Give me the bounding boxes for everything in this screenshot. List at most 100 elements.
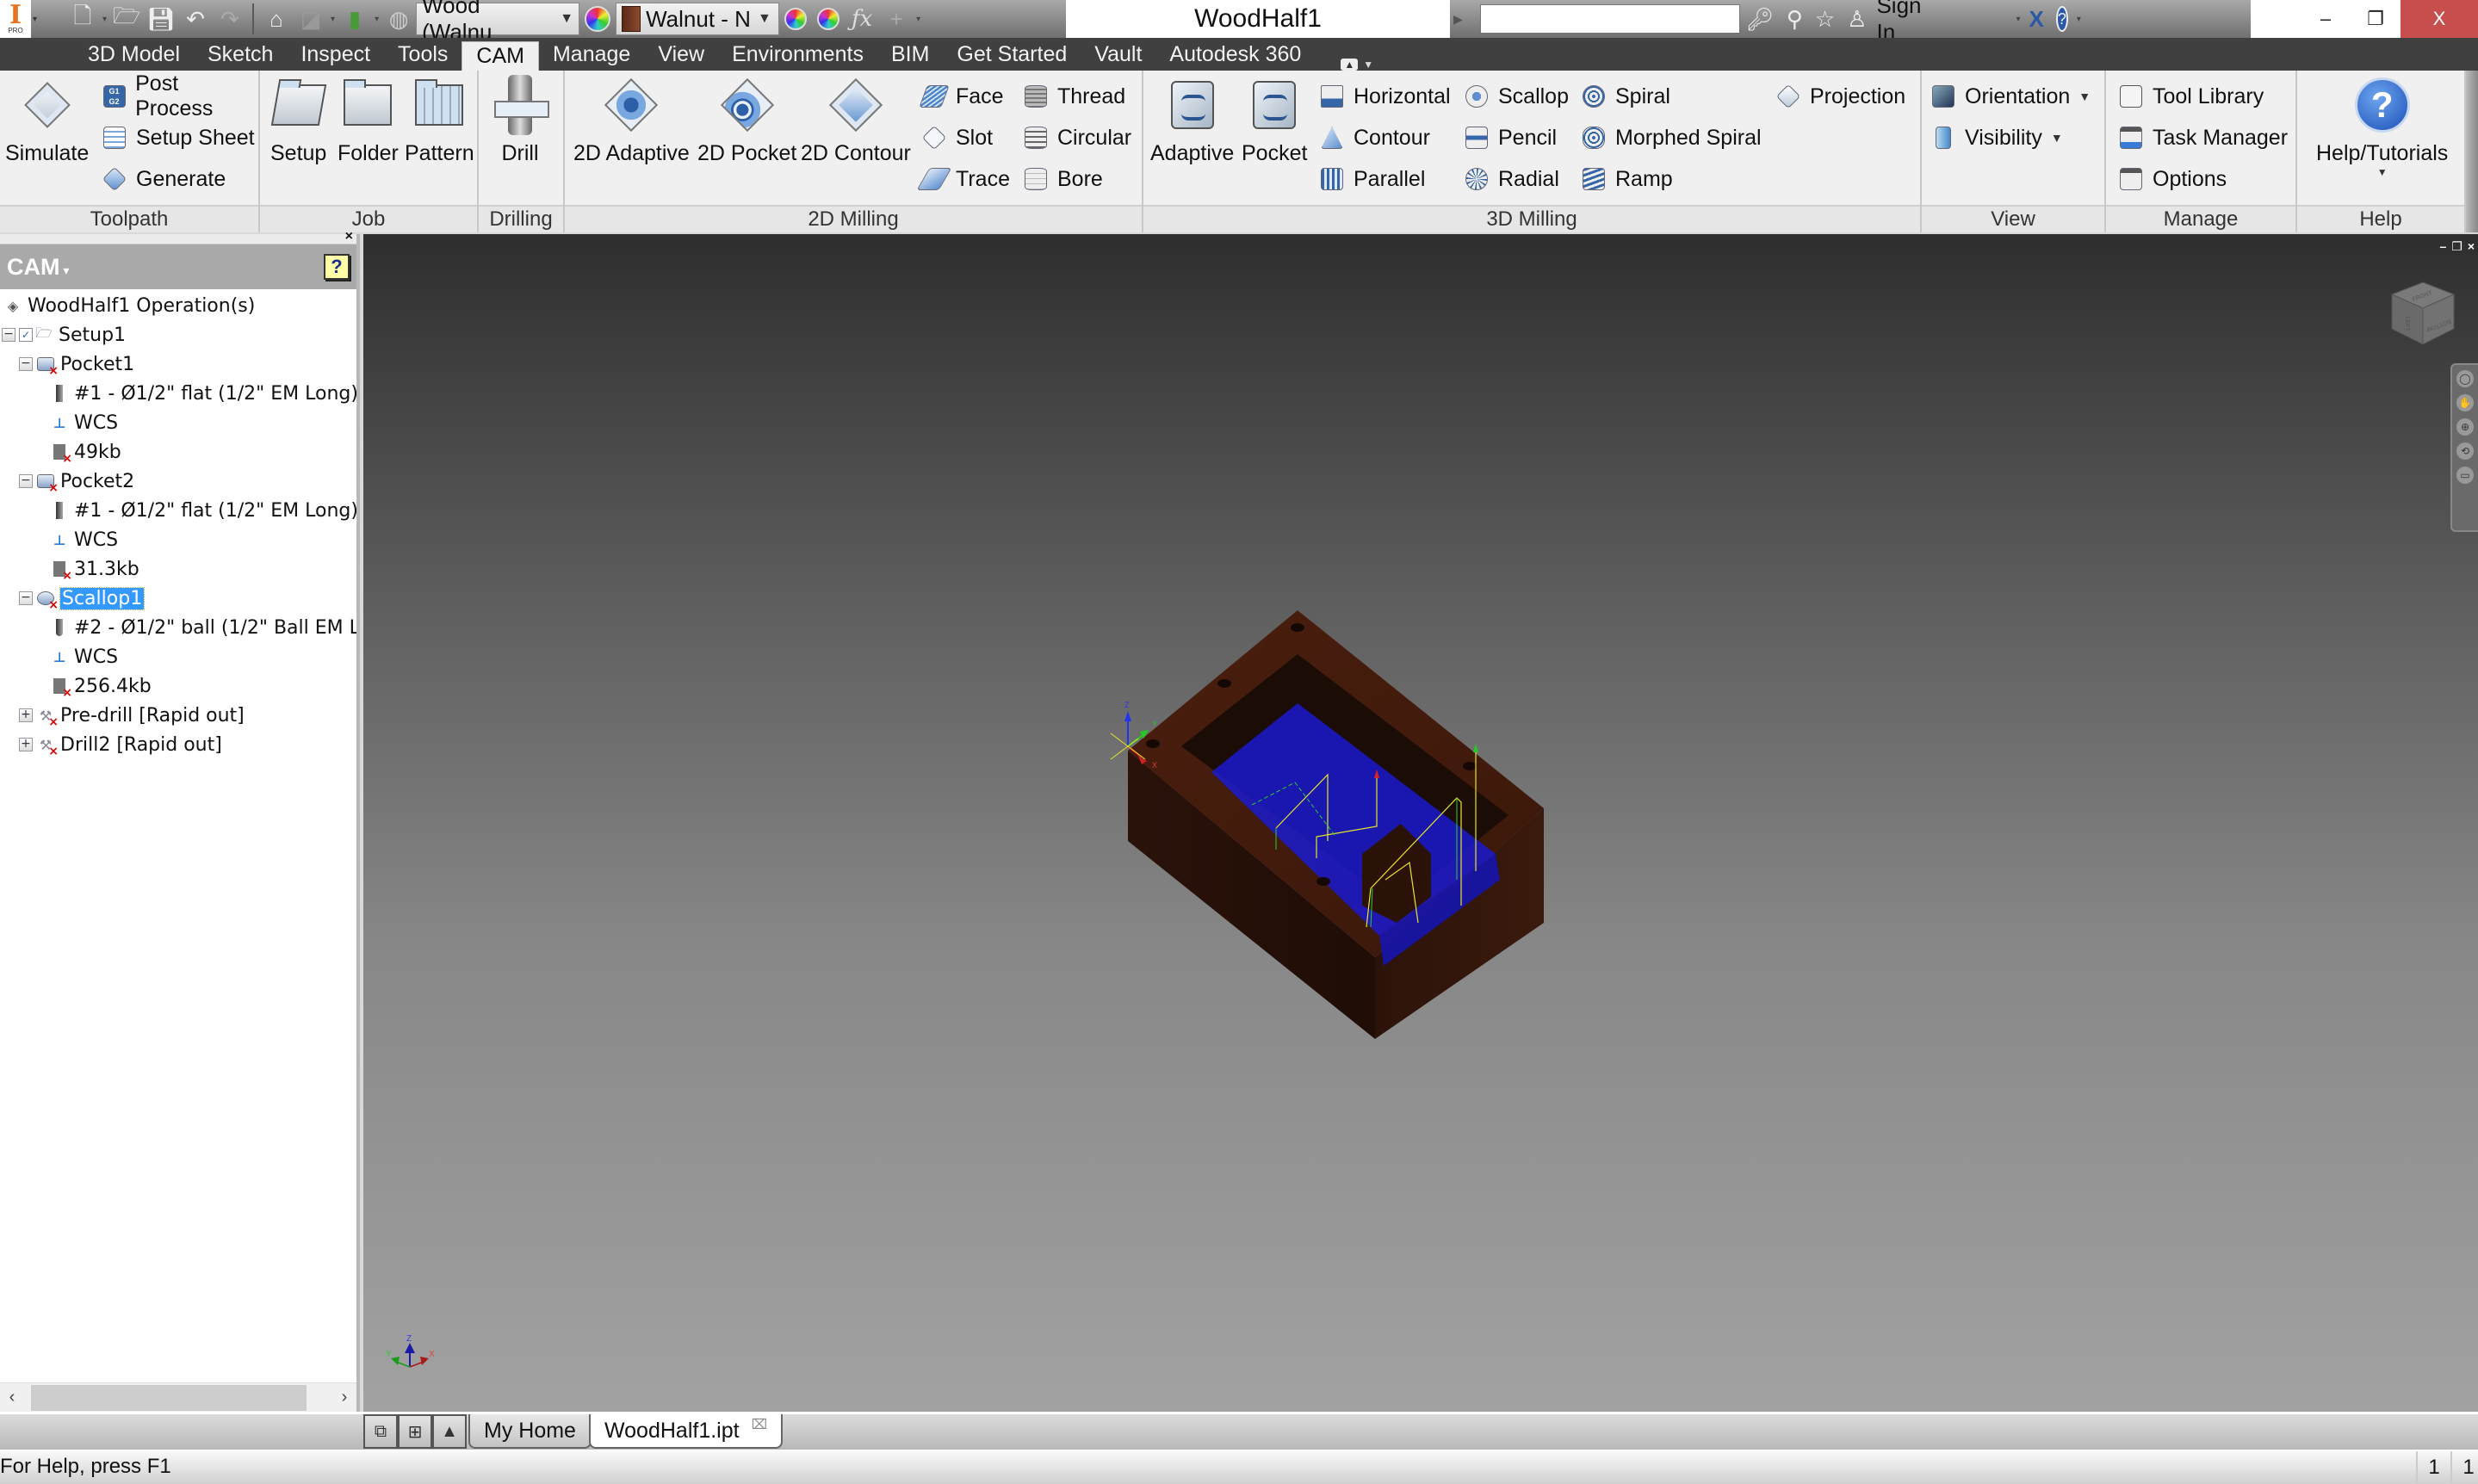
tree-item[interactable]: #1 - Ø1/2" flat (1/2" EM Long) — [0, 379, 356, 408]
home-icon[interactable]: ⌂ — [261, 3, 292, 34]
2d-adaptive-button[interactable]: 2D Adaptive — [573, 77, 690, 166]
radial-button[interactable]: Radial — [1464, 162, 1559, 196]
collapse-toggle[interactable]: − — [19, 591, 33, 605]
horizontal-button[interactable]: Horizontal — [1319, 79, 1451, 114]
viewcube[interactable]: FRONT LEFT BOTTOM — [2388, 279, 2457, 348]
thread-button[interactable]: Thread — [1023, 79, 1125, 114]
collapse-toggle[interactable]: − — [2, 328, 15, 342]
2d-pocket-button[interactable]: 2D Pocket — [697, 77, 796, 166]
tab-inspect[interactable]: Inspect — [287, 38, 384, 71]
favorites-star-icon[interactable]: ☆ — [1815, 6, 1835, 33]
tree-item[interactable]: × 49kb — [0, 437, 356, 467]
scroll-right-icon[interactable]: › — [332, 1388, 356, 1407]
bore-button[interactable]: Bore — [1023, 162, 1103, 196]
help-tutorials-button[interactable]: ? Help/Tutorials ▼ — [2316, 77, 2448, 178]
close-icon[interactable]: ⌧ — [752, 1416, 767, 1433]
minimize-button[interactable]: – — [2301, 0, 2351, 38]
checkbox-icon[interactable]: ✓ — [19, 328, 33, 342]
parallel-button[interactable]: Parallel — [1319, 162, 1425, 196]
save-icon[interactable]: 💾︎ — [146, 3, 177, 34]
restore-button[interactable]: ❐ — [2351, 0, 2401, 38]
pencil-button[interactable]: Pencil — [1464, 121, 1557, 155]
tab-sketch[interactable]: Sketch — [194, 38, 287, 71]
spiral-button[interactable]: Spiral — [1581, 79, 1670, 114]
trace-button[interactable]: Trace — [916, 162, 1010, 196]
generate-button[interactable]: Generate — [102, 162, 226, 196]
orbit-icon[interactable]: ⟲ — [2456, 442, 2474, 460]
tab-woodhalf1[interactable]: WoodHalf1.ipt ⌧ — [589, 1414, 784, 1449]
morphed-spiral-button[interactable]: Morphed Spiral — [1581, 121, 1762, 155]
scroll-left-icon[interactable]: ‹ — [0, 1388, 24, 1407]
scrollbar-thumb[interactable] — [31, 1384, 307, 1411]
satellite-icon[interactable]: ⚲ — [1787, 6, 1803, 33]
tile-windows-icon[interactable]: ⊞ — [398, 1414, 432, 1449]
contour-button[interactable]: Contour — [1319, 121, 1430, 155]
redo-icon[interactable]: ↷ — [214, 3, 245, 34]
material-combo[interactable]: Wood (Walnu ▼ — [416, 0, 580, 45]
graphics-viewport[interactable]: – ❐ × FRONT LEFT BOTTOM ◯ ✋ ⊕ ⟲ ▭ Z Y X … — [363, 234, 2478, 1412]
task-manager-button[interactable]: Task Manager — [2118, 121, 2288, 155]
part-model[interactable]: Z Y X — [1104, 596, 1775, 1078]
close-icon[interactable]: × — [2468, 239, 2475, 254]
minimize-icon[interactable]: – — [2439, 239, 2446, 254]
fx-parameters-icon[interactable]: ƒx — [846, 3, 877, 34]
tab-cam[interactable]: CAM — [462, 41, 539, 71]
expand-toggle[interactable]: + — [19, 708, 33, 722]
circular-button[interactable]: Circular — [1023, 121, 1131, 155]
tree-item[interactable]: − × Scallop1 — [0, 584, 356, 613]
tab-manage[interactable]: Manage — [539, 38, 644, 71]
update-icon[interactable]: ◪ — [295, 3, 326, 34]
color-wheel-icon[interactable] — [585, 6, 611, 32]
select-dropdown-icon[interactable]: ▾ — [375, 15, 379, 24]
tab-3d-model[interactable]: 3D Model — [74, 38, 194, 71]
adjust-appearance-icon[interactable] — [784, 8, 808, 30]
steering-wheel-icon[interactable]: ◯ — [2456, 370, 2474, 387]
new-dropdown-icon[interactable]: ▾ — [102, 15, 107, 24]
simulate-button[interactable]: Simulate — [5, 77, 89, 166]
browser-horizontal-scrollbar[interactable]: ‹ › — [0, 1382, 356, 1412]
3d-adaptive-button[interactable]: Adaptive — [1150, 77, 1234, 166]
tree-item[interactable]: × 31.3kb — [0, 554, 356, 584]
tab-bim[interactable]: BIM — [877, 38, 943, 71]
sign-in-dropdown-icon[interactable]: ▾ — [2016, 15, 2021, 24]
expand-toggle[interactable]: + — [19, 738, 33, 751]
3d-pocket-button[interactable]: Pocket — [1242, 77, 1307, 166]
app-menu-button[interactable]: I PRO — [0, 0, 31, 38]
app-menu-dropdown-icon[interactable]: ▾ — [33, 15, 41, 24]
select-icon[interactable]: ▮ — [339, 3, 370, 34]
tool-library-button[interactable]: Tool Library — [2118, 79, 2264, 114]
orientation-button[interactable]: Orientation ▼ — [1930, 79, 2091, 114]
tree-item[interactable]: ◈ WoodHalf1 Operation(s) — [0, 291, 356, 320]
tree-item[interactable]: − × Pocket2 — [0, 467, 356, 496]
new-icon[interactable]: 🗋 — [67, 3, 98, 34]
setup-button[interactable]: Setup — [270, 77, 326, 166]
collapse-toggle[interactable]: − — [19, 474, 33, 488]
folder-button[interactable]: Folder — [338, 77, 399, 166]
2d-contour-button[interactable]: 2D Contour — [801, 77, 911, 166]
material-sphere-icon[interactable]: ◍ — [383, 3, 414, 34]
add-icon[interactable]: + — [881, 3, 912, 34]
open-documents-menu-icon[interactable]: ▲ — [432, 1414, 467, 1449]
appearance-combo[interactable]: Walnut - N ▼ — [616, 3, 780, 35]
key-icon[interactable]: 🔑︎ — [1746, 6, 1775, 33]
face-button[interactable]: Face — [919, 79, 1004, 114]
projection-button[interactable]: Projection — [1775, 79, 1905, 114]
tab-view[interactable]: View — [644, 38, 718, 71]
drill-button[interactable]: Drill — [493, 75, 549, 166]
help-icon[interactable]: ? — [2055, 6, 2068, 32]
post-process-button[interactable]: G1 G2 Post Process — [102, 71, 258, 121]
cascade-windows-icon[interactable]: ⧉ — [363, 1414, 398, 1449]
tab-autodesk-360[interactable]: Autodesk 360 — [1155, 38, 1315, 71]
close-icon[interactable]: × — [345, 229, 353, 244]
slot-button[interactable]: Slot — [921, 121, 993, 155]
tree-item[interactable]: ⊥ WCS — [0, 525, 356, 554]
help-dropdown-icon[interactable]: ▾ — [2077, 15, 2081, 24]
zoom-icon[interactable]: ⊕ — [2456, 418, 2474, 436]
pan-icon[interactable]: ✋ — [2456, 394, 2474, 411]
tree-item[interactable]: − ✓ 🗁 Setup1 — [0, 320, 356, 349]
ramp-button[interactable]: Ramp — [1581, 162, 1673, 196]
setup-sheet-button[interactable]: Setup Sheet — [102, 121, 255, 155]
options-button[interactable]: Options — [2118, 162, 2227, 196]
tree-item[interactable]: + ⚒ × Drill2 [Rapid out] — [0, 730, 356, 759]
tree-item[interactable]: #1 - Ø1/2" flat (1/2" EM Long) — [0, 496, 356, 525]
